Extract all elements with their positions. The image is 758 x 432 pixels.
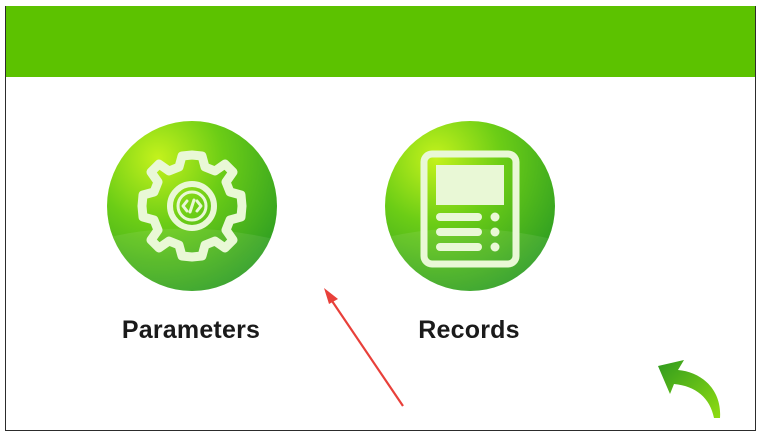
parameters-menu-item[interactable]: Parameters	[66, 120, 286, 360]
device-screen: Parameters Records	[5, 6, 756, 431]
header-bar	[6, 6, 755, 77]
parameters-gear-icon	[106, 121, 278, 292]
parameters-label: Parameters	[121, 316, 261, 344]
records-label: Records	[418, 316, 520, 344]
records-menu-item[interactable]: Records	[344, 120, 564, 360]
back-arrow-icon[interactable]	[650, 356, 730, 428]
records-list-icon	[384, 121, 556, 292]
